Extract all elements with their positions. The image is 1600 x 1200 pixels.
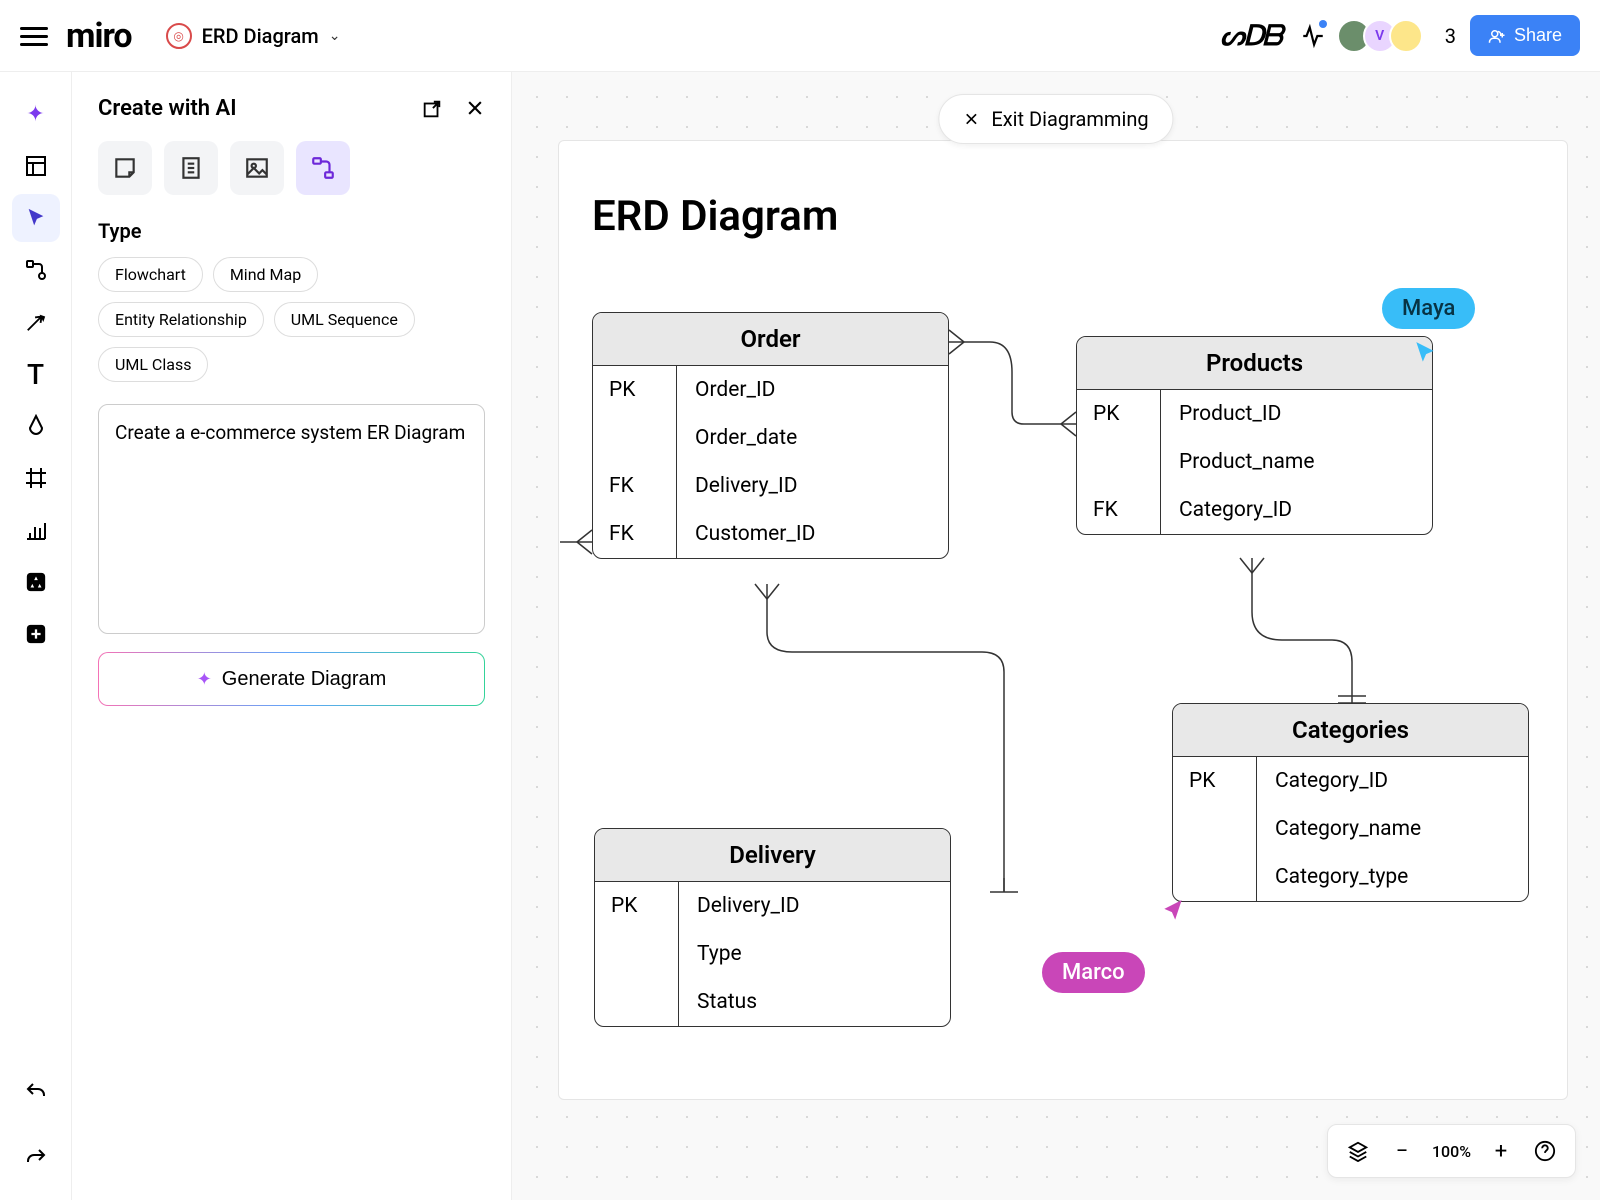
diagram-tool-icon[interactable] [12,246,60,294]
board-selector[interactable]: ◎ ERD Diagram ⌄ [156,17,351,55]
add-tool-icon[interactable] [12,610,60,658]
panel-title: Create with AI [98,96,237,121]
entity-delivery[interactable]: Delivery PKDelivery_ID Type Status [594,828,951,1027]
type-chip[interactable]: UML Sequence [274,302,415,337]
ai-tab-image[interactable] [230,141,284,195]
reactions-icon[interactable]: ᔕᗞᗷ [1220,19,1281,53]
avatar [1389,19,1423,53]
text-tool-icon[interactable]: T [12,350,60,398]
ai-sparkle-icon[interactable]: ✦ [12,90,60,138]
pen-tool-icon[interactable] [12,402,60,450]
redo-icon[interactable] [12,1134,60,1182]
frame-tool-icon[interactable] [12,454,60,502]
ai-tab-sticky[interactable] [98,141,152,195]
entity-header: Order [593,313,948,366]
ai-tab-doc[interactable] [164,141,218,195]
entity-order[interactable]: Order PKOrder_ID Order_date FKDelivery_I… [592,312,949,559]
zoom-percent[interactable]: 100% [1428,1142,1475,1161]
close-icon[interactable] [465,98,485,120]
layers-icon[interactable] [1340,1133,1376,1169]
type-chip[interactable]: UML Class [98,347,208,382]
template-icon[interactable] [12,142,60,190]
chart-tool-icon[interactable] [12,506,60,554]
arrow-tool-icon[interactable] [12,298,60,346]
target-icon: ◎ [166,23,192,49]
entity-products[interactable]: Products PKProduct_ID Product_name FKCat… [1076,336,1433,535]
expand-icon[interactable] [421,98,443,120]
collaborator-count: 3 [1445,24,1456,48]
ai-tab-diagram[interactable] [296,141,350,195]
generate-diagram-button[interactable]: ✦ Generate Diagram [98,652,485,706]
apps-tool-icon[interactable] [12,558,60,606]
entity-categories[interactable]: Categories PKCategory_ID Category_name C… [1172,703,1529,902]
help-icon[interactable] [1527,1133,1563,1169]
type-chip[interactable]: Flowchart [98,257,203,292]
collaborator-cursor-marco: Marco [1042,952,1145,993]
sparkle-icon: ✦ [197,669,212,690]
top-bar: miro ◎ ERD Diagram ⌄ ᔕᗞᗷ V 3 Share [0,0,1600,72]
frame-title: ERD Diagram [592,192,838,241]
create-with-ai-panel: Create with AI Ty [72,72,512,1200]
menu-icon[interactable] [20,22,48,50]
cursor-tool-icon[interactable] [12,194,60,242]
miro-logo: miro [66,16,132,56]
notification-dot [1319,20,1327,28]
type-chip[interactable]: Mind Map [213,257,318,292]
undo-icon[interactable] [12,1068,60,1116]
share-button[interactable]: Share [1470,15,1580,56]
collaborator-cursor-maya: Maya [1382,288,1475,329]
zoom-in-button[interactable]: + [1483,1133,1519,1169]
activity-icon[interactable] [1295,18,1331,54]
type-label: Type [98,219,485,243]
zoom-out-button[interactable]: − [1384,1133,1420,1169]
zoom-controls: − 100% + [1327,1124,1576,1178]
entity-header: Categories [1173,704,1528,757]
prompt-input[interactable] [98,404,485,634]
entity-header: Delivery [595,829,950,882]
entity-header: Products [1077,337,1432,390]
collaborator-avatars[interactable]: V [1345,19,1423,53]
canvas[interactable]: Exit Diagramming ERD Diagram Order PKOrd… [512,72,1600,1200]
tool-rail: ✦ T [0,72,72,1200]
type-chips: Flowchart Mind Map Entity Relationship U… [98,257,485,382]
type-chip[interactable]: Entity Relationship [98,302,264,337]
board-name: ERD Diagram [202,24,319,48]
exit-diagramming-button[interactable]: Exit Diagramming [938,94,1173,144]
chevron-down-icon: ⌄ [329,28,341,44]
